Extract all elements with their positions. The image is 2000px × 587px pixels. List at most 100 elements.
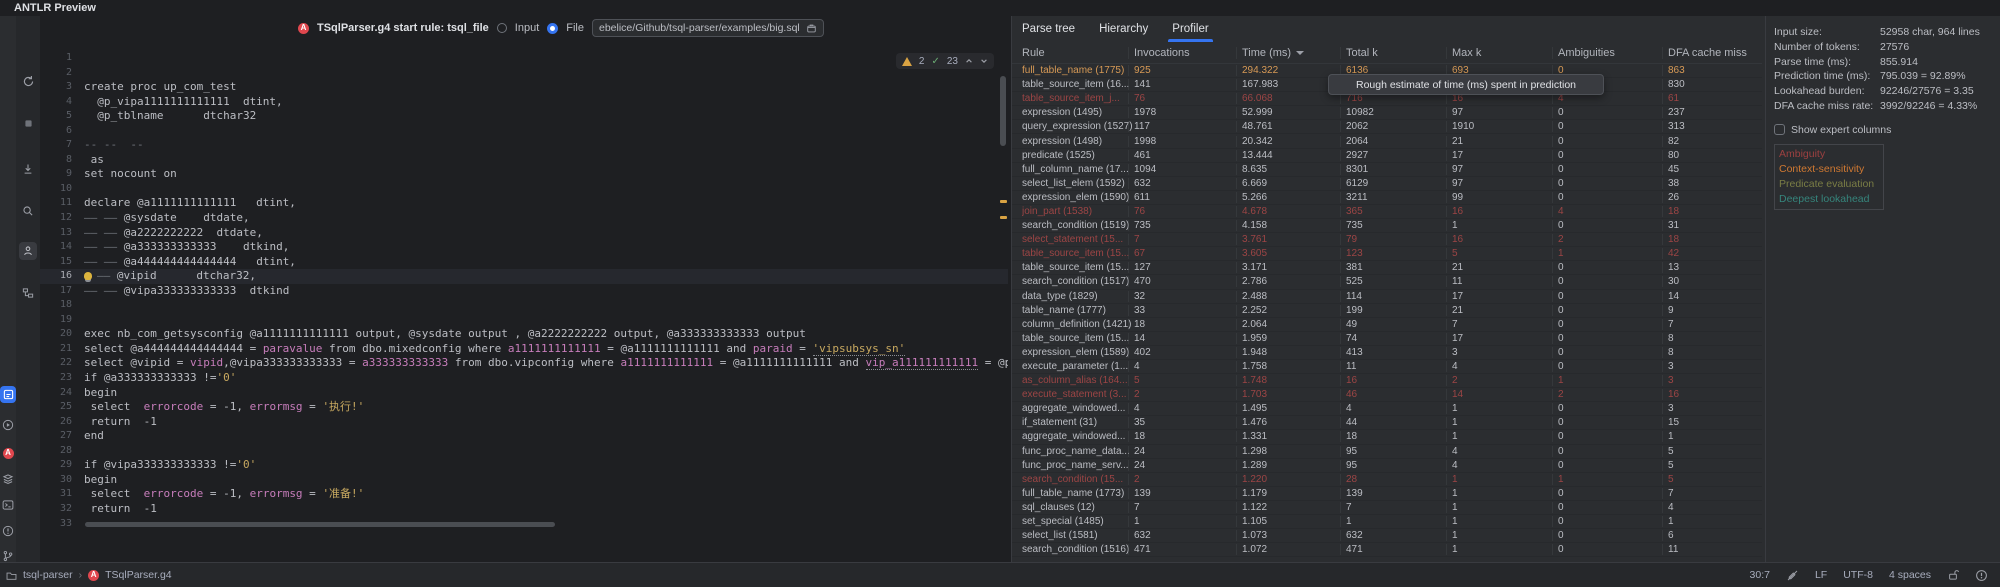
caret-position[interactable]: 30:7 xyxy=(1750,569,1770,581)
inspections-widget[interactable]: 2 ✓ 23 xyxy=(896,53,994,69)
column-header[interactable]: Total k xyxy=(1340,47,1452,59)
highlighting-off-icon[interactable] xyxy=(1786,569,1799,582)
profiler-row[interactable]: column_definition (1421)182.06449707 xyxy=(1012,318,1762,332)
refresh-icon[interactable] xyxy=(19,72,37,90)
profiler-row[interactable]: select_list (1581)6321.073632106 xyxy=(1012,529,1762,543)
code-line[interactable] xyxy=(84,182,1008,197)
git-branch-icon[interactable] xyxy=(1,549,15,563)
tab-profiler[interactable]: Profiler xyxy=(1172,16,1208,42)
profiler-row[interactable]: table_source_item (15...673.6051235142 xyxy=(1012,247,1762,261)
profiler-row[interactable]: table_name (1777)332.2521992109 xyxy=(1012,304,1762,318)
editor-vertical-scrollbar[interactable] xyxy=(1000,76,1006,146)
file-radio-label[interactable]: File xyxy=(566,22,584,34)
code-line[interactable]: —— —— @vipa333333333333 dtkind xyxy=(84,284,1008,299)
code-line[interactable]: @p_tblname dtchar32 xyxy=(84,109,1008,124)
breadcrumb-project[interactable]: tsql-parser xyxy=(23,569,73,581)
code-line[interactable]: —— —— @a2222222222 dtdate, xyxy=(84,226,1008,241)
code-line[interactable]: create proc up_com_test xyxy=(84,80,1008,95)
column-header[interactable]: Rule xyxy=(1022,47,1134,59)
code-line[interactable]: return -1 xyxy=(84,502,1008,517)
profiler-row[interactable]: table_source_item (15...1273.17138121013 xyxy=(1012,261,1762,275)
code-line[interactable] xyxy=(84,444,1008,459)
column-header[interactable]: DFA cache miss xyxy=(1662,47,1762,59)
run-icon[interactable] xyxy=(1,418,15,432)
code-line[interactable]: as xyxy=(84,153,1008,168)
code-line[interactable]: —— —— @sysdate dtdate, xyxy=(84,211,1008,226)
warning-stripe-mark[interactable] xyxy=(1000,200,1007,203)
code-line[interactable]: declare @a1111111111111 dtint, xyxy=(84,196,1008,211)
code-line[interactable] xyxy=(84,298,1008,313)
profiler-row[interactable]: search_condition (1517)4702.78652511030 xyxy=(1012,275,1762,289)
stop-icon[interactable] xyxy=(19,114,37,132)
code-line[interactable]: set nocount on xyxy=(84,167,1008,182)
profiler-row[interactable]: aggregate_windowed...41.4954103 xyxy=(1012,402,1762,416)
pin-icon[interactable] xyxy=(19,160,37,178)
warning-stripe-mark[interactable] xyxy=(1000,216,1007,219)
file-radio[interactable] xyxy=(547,23,558,34)
column-header[interactable]: Time (ms) xyxy=(1236,47,1346,59)
editor-horizontal-scrollbar[interactable] xyxy=(85,522,555,527)
code-line[interactable]: if @a333333333333 !='0' xyxy=(84,371,1008,386)
profiler-row[interactable]: func_proc_name_serv...241.28995405 xyxy=(1012,459,1762,473)
tab-parse-tree[interactable]: Parse tree xyxy=(1022,16,1075,42)
profiler-row[interactable]: data_type (1829)322.48811417014 xyxy=(1012,290,1762,304)
breadcrumb-file[interactable]: TSqlParser.g4 xyxy=(105,569,172,581)
profiler-row[interactable]: search_condition (15...21.22028115 xyxy=(1012,473,1762,487)
code-line[interactable]: select errorcode = -1, errormsg = '执行!' xyxy=(84,400,1008,415)
code-line[interactable] xyxy=(84,124,1008,139)
column-header[interactable]: Ambiguities xyxy=(1552,47,1668,59)
code-line[interactable]: select @vipid = vipid,@vipa333333333333 … xyxy=(84,356,1008,371)
code-line[interactable]: select @a444444444444444 = paravalue fro… xyxy=(84,342,1008,357)
profiler-row[interactable]: full_table_name (1773)1391.179139107 xyxy=(1012,487,1762,501)
profiler-row[interactable]: aggregate_windowed...181.33118101 xyxy=(1012,430,1762,444)
code-line[interactable]: —— —— @a333333333333 dtkind, xyxy=(84,240,1008,255)
column-header[interactable]: Invocations xyxy=(1128,47,1242,59)
encoding-indicator[interactable]: UTF-8 xyxy=(1843,569,1873,581)
code-line[interactable]: —— @vipid dtchar32, xyxy=(84,269,1008,284)
code-line[interactable]: begin xyxy=(84,386,1008,401)
profiler-row[interactable]: as_column_alias (164...51.74816213 xyxy=(1012,374,1762,388)
previous-problem-icon[interactable] xyxy=(965,57,973,65)
tab-hierarchy[interactable]: Hierarchy xyxy=(1099,16,1148,42)
profiler-row[interactable]: expression (1498)199820.342206421082 xyxy=(1012,134,1762,148)
profiler-row[interactable]: query_expression (1527)11748.76120621910… xyxy=(1012,120,1762,134)
notifications-icon[interactable] xyxy=(1975,569,1988,582)
code-line[interactable] xyxy=(84,313,1008,328)
profiler-icon[interactable] xyxy=(19,242,37,260)
code-line[interactable]: -- -- -- xyxy=(84,138,1008,153)
code-line[interactable]: —— —— @a444444444444444 dtint, xyxy=(84,255,1008,270)
code-line[interactable]: if @vipa333333333333 !='0' xyxy=(84,458,1008,473)
profiler-row[interactable]: sql_clauses (12)71.1227104 xyxy=(1012,501,1762,515)
layers-icon[interactable] xyxy=(1,472,15,486)
profiler-row[interactable]: search_condition (1519)7354.1587351031 xyxy=(1012,219,1762,233)
input-radio[interactable] xyxy=(497,23,507,33)
code-line[interactable]: begin xyxy=(84,473,1008,488)
profiler-row[interactable]: set_special (1485)11.1051101 xyxy=(1012,515,1762,529)
terminal-icon[interactable] xyxy=(1,498,15,512)
code-line[interactable]: @p_vipa1111111111111 dtint, xyxy=(84,95,1008,110)
profiler-row[interactable]: predicate (1525)46113.444292717080 xyxy=(1012,149,1762,163)
antlr-icon[interactable]: A xyxy=(1,446,15,460)
profiler-row[interactable]: table_source_item (15...141.959741708 xyxy=(1012,332,1762,346)
profiler-row[interactable]: select_statement (15...73.7617916218 xyxy=(1012,233,1762,247)
profiler-row[interactable]: execute_statement (3...21.7034614216 xyxy=(1012,388,1762,402)
indent-indicator[interactable]: 4 spaces xyxy=(1889,569,1931,581)
code-editor[interactable]: 1234567891011121314151617181920212223242… xyxy=(40,40,1008,562)
intention-bulb-icon[interactable] xyxy=(84,272,92,280)
editor-code-area[interactable]: create proc up_com_test @p_vipa111111111… xyxy=(84,51,1008,531)
code-line[interactable]: select errorcode = -1, errormsg = '准备!' xyxy=(84,487,1008,502)
lock-icon[interactable] xyxy=(1947,569,1959,581)
code-line[interactable] xyxy=(84,51,1008,66)
input-radio-label[interactable]: Input xyxy=(515,22,539,34)
show-expert-columns-checkbox[interactable] xyxy=(1774,124,1785,135)
show-expert-columns-label[interactable]: Show expert columns xyxy=(1791,124,1891,136)
profiler-row[interactable]: search_condition (1516)4711.0724711011 xyxy=(1012,543,1762,557)
profiler-row[interactable]: if_statement (31)351.476441015 xyxy=(1012,416,1762,430)
code-line[interactable]: exec nb_com_getsysconfig @a1111111111111… xyxy=(84,327,1008,342)
code-line[interactable]: end xyxy=(84,429,1008,444)
code-line[interactable] xyxy=(84,66,1008,81)
hierarchy-icon[interactable] xyxy=(19,284,37,302)
file-path-field[interactable]: ebelice/Github/tsql-parser/examples/big.… xyxy=(592,19,824,37)
profiler-row[interactable]: expression (1495)197852.99910982970237 xyxy=(1012,106,1762,120)
antlr-preview-icon[interactable] xyxy=(0,386,16,403)
